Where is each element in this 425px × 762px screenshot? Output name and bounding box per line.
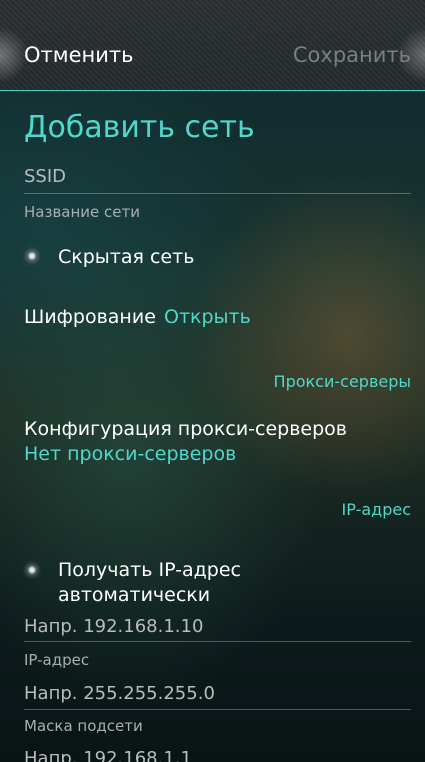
ip-section-header: IP-адрес (341, 500, 411, 519)
ip-address-caption: IP-адрес (24, 651, 90, 669)
subnet-mask-underline (24, 709, 411, 710)
hidden-network-label[interactable]: Скрытая сеть (58, 245, 194, 269)
encryption-value[interactable]: Открыть (164, 305, 251, 329)
save-button[interactable]: Сохранить (293, 42, 411, 68)
ssid-input[interactable]: SSID (24, 166, 66, 188)
proxy-config-value[interactable]: Нет прокси-серверов (24, 442, 236, 466)
page-title: Добавить сеть (24, 110, 255, 145)
proxy-section-header: Прокси-серверы (273, 372, 411, 391)
auto-ip-checkbox-icon[interactable] (24, 562, 40, 578)
hidden-network-checkbox-icon[interactable] (24, 248, 40, 264)
ip-address-input[interactable]: Напр. 192.168.1.10 (24, 616, 203, 638)
encryption-label: Шифрование (24, 306, 156, 328)
ip-address-underline (24, 641, 411, 642)
subnet-mask-caption: Маска подсети (24, 717, 143, 735)
subnet-mask-input[interactable]: Напр. 255.255.255.0 (24, 683, 215, 705)
auto-ip-label-line2[interactable]: автоматически (58, 583, 210, 607)
gateway-input[interactable]: Напр. 192.168.1.1 (24, 748, 192, 762)
ssid-underline (24, 193, 411, 194)
auto-ip-label-line1[interactable]: Получать IP-адрес (58, 558, 241, 582)
proxy-config-label[interactable]: Конфигурация прокси-серверов (24, 417, 347, 441)
ssid-caption: Название сети (24, 203, 140, 221)
header-bar: Отменить Сохранить (0, 0, 425, 91)
cancel-button[interactable]: Отменить (24, 42, 134, 68)
